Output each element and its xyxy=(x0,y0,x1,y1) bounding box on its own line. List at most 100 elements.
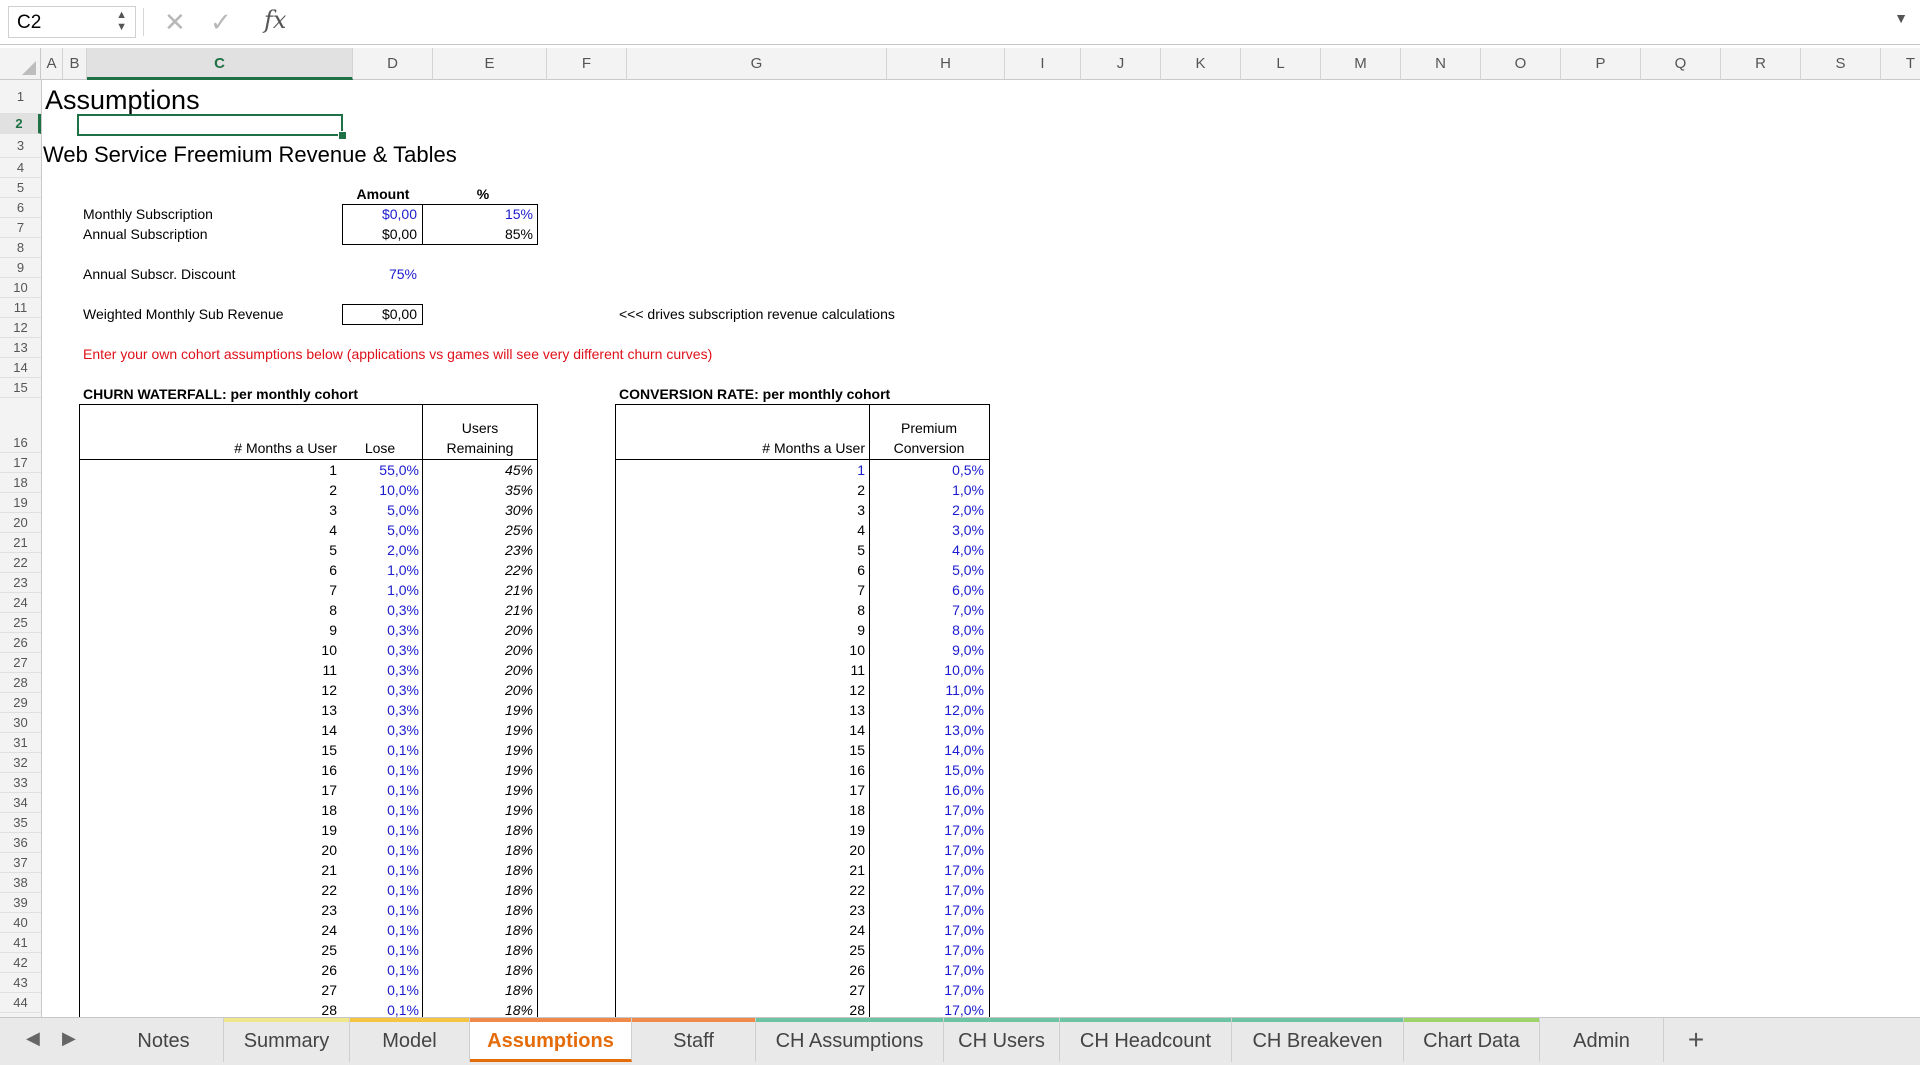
churn-remaining-cell[interactable]: 35% xyxy=(423,480,533,500)
conversion-rate-cell[interactable]: 4,0% xyxy=(870,540,984,560)
churn-remaining-cell[interactable]: 19% xyxy=(423,700,533,720)
conversion-month-cell[interactable]: 17 xyxy=(771,780,865,800)
row-header-22[interactable]: 22 xyxy=(0,553,41,573)
confirm-icon[interactable]: ✓ xyxy=(210,4,232,40)
conversion-month-cell[interactable]: 5 xyxy=(771,540,865,560)
churn-remaining-cell[interactable]: 18% xyxy=(423,840,533,860)
tab-next-icon[interactable]: ▶ xyxy=(62,1028,76,1049)
row-header-4[interactable]: 4 xyxy=(0,158,41,178)
tab-assumptions[interactable]: Assumptions xyxy=(470,1018,632,1062)
column-header-i[interactable]: I xyxy=(1005,48,1081,80)
row-header-35[interactable]: 35 xyxy=(0,813,41,833)
column-header-l[interactable]: L xyxy=(1241,48,1321,80)
monthly-pct-cell[interactable]: 15% xyxy=(423,204,533,224)
row-header-17[interactable]: 17 xyxy=(0,453,41,473)
churn-month-cell[interactable]: 6 xyxy=(241,560,337,580)
churn-lose-cell[interactable]: 0,3% xyxy=(341,600,419,620)
conversion-rate-cell[interactable]: 17,0% xyxy=(870,820,984,840)
churn-lose-cell[interactable]: 10,0% xyxy=(341,480,419,500)
row-header-40[interactable]: 40 xyxy=(0,913,41,933)
churn-remaining-cell[interactable]: 22% xyxy=(423,560,533,580)
churn-month-cell[interactable]: 5 xyxy=(241,540,337,560)
row-header-2[interactable]: 2 xyxy=(0,114,41,134)
conversion-rate-cell[interactable]: 17,0% xyxy=(870,840,984,860)
churn-month-cell[interactable]: 27 xyxy=(241,980,337,1000)
annual-discount-cell[interactable]: 75% xyxy=(343,264,417,284)
weighted-revenue-cell[interactable]: $0,00 xyxy=(343,304,417,324)
conversion-rate-cell[interactable]: 0,5% xyxy=(870,460,984,480)
conversion-rate-cell[interactable]: 17,0% xyxy=(870,1000,984,1017)
row-header-44[interactable]: 44 xyxy=(0,993,41,1013)
conversion-month-cell[interactable]: 23 xyxy=(771,900,865,920)
conversion-month-cell[interactable]: 16 xyxy=(771,760,865,780)
conversion-month-cell[interactable]: 28 xyxy=(771,1000,865,1017)
conversion-rate-cell[interactable]: 14,0% xyxy=(870,740,984,760)
row-header-23[interactable]: 23 xyxy=(0,573,41,593)
churn-remaining-cell[interactable]: 20% xyxy=(423,620,533,640)
churn-lose-cell[interactable]: 0,3% xyxy=(341,620,419,640)
row-header-16[interactable]: 16 xyxy=(0,398,41,453)
conversion-month-cell[interactable]: 1 xyxy=(771,460,865,480)
churn-lose-cell[interactable]: 0,1% xyxy=(341,760,419,780)
churn-month-cell[interactable]: 11 xyxy=(241,660,337,680)
row-header-26[interactable]: 26 xyxy=(0,633,41,653)
churn-remaining-cell[interactable]: 19% xyxy=(423,740,533,760)
conversion-month-cell[interactable]: 14 xyxy=(771,720,865,740)
churn-remaining-cell[interactable]: 30% xyxy=(423,500,533,520)
row-header-8[interactable]: 8 xyxy=(0,238,41,258)
row-header-43[interactable]: 43 xyxy=(0,973,41,993)
column-header-c[interactable]: C xyxy=(87,48,353,80)
churn-lose-cell[interactable]: 0,3% xyxy=(341,700,419,720)
churn-remaining-cell[interactable]: 19% xyxy=(423,720,533,740)
fx-icon[interactable]: fx xyxy=(264,6,286,34)
churn-lose-cell[interactable]: 0,3% xyxy=(341,720,419,740)
column-header-g[interactable]: G xyxy=(627,48,887,80)
churn-lose-cell[interactable]: 0,1% xyxy=(341,780,419,800)
churn-month-cell[interactable]: 7 xyxy=(241,580,337,600)
conversion-month-cell[interactable]: 4 xyxy=(771,520,865,540)
churn-lose-cell[interactable]: 0,1% xyxy=(341,980,419,1000)
churn-month-cell[interactable]: 18 xyxy=(241,800,337,820)
conversion-rate-cell[interactable]: 15,0% xyxy=(870,760,984,780)
conversion-month-cell[interactable]: 10 xyxy=(771,640,865,660)
column-header-p[interactable]: P xyxy=(1561,48,1641,80)
row-header-3[interactable]: 3 xyxy=(0,134,41,158)
churn-lose-cell[interactable]: 0,1% xyxy=(341,900,419,920)
churn-month-cell[interactable]: 19 xyxy=(241,820,337,840)
add-sheet-icon[interactable]: + xyxy=(1676,1018,1716,1062)
row-header-24[interactable]: 24 xyxy=(0,593,41,613)
churn-lose-cell[interactable]: 0,1% xyxy=(341,820,419,840)
conversion-month-cell[interactable]: 19 xyxy=(771,820,865,840)
row-header-41[interactable]: 41 xyxy=(0,933,41,953)
churn-month-cell[interactable]: 21 xyxy=(241,860,337,880)
churn-remaining-cell[interactable]: 21% xyxy=(423,580,533,600)
tab-summary[interactable]: Summary xyxy=(224,1018,350,1062)
column-header-s[interactable]: S xyxy=(1801,48,1881,80)
tab-notes[interactable]: Notes xyxy=(104,1018,224,1062)
row-header-21[interactable]: 21 xyxy=(0,533,41,553)
column-header-t[interactable]: T xyxy=(1881,48,1920,80)
churn-lose-cell[interactable]: 0,1% xyxy=(341,960,419,980)
churn-month-cell[interactable]: 8 xyxy=(241,600,337,620)
column-header-d[interactable]: D xyxy=(353,48,433,80)
row-header-11[interactable]: 11 xyxy=(0,298,41,318)
conversion-month-cell[interactable]: 15 xyxy=(771,740,865,760)
churn-lose-cell[interactable]: 5,0% xyxy=(341,500,419,520)
row-header-25[interactable]: 25 xyxy=(0,613,41,633)
conversion-rate-cell[interactable]: 1,0% xyxy=(870,480,984,500)
column-header-a[interactable]: A xyxy=(41,48,63,80)
conversion-rate-cell[interactable]: 3,0% xyxy=(870,520,984,540)
conversion-month-cell[interactable]: 13 xyxy=(771,700,865,720)
churn-lose-cell[interactable]: 1,0% xyxy=(341,580,419,600)
column-header-m[interactable]: M xyxy=(1321,48,1401,80)
row-header-39[interactable]: 39 xyxy=(0,893,41,913)
churn-remaining-cell[interactable]: 19% xyxy=(423,800,533,820)
conversion-rate-cell[interactable]: 13,0% xyxy=(870,720,984,740)
conversion-month-cell[interactable]: 22 xyxy=(771,880,865,900)
churn-lose-cell[interactable]: 0,1% xyxy=(341,920,419,940)
churn-remaining-cell[interactable]: 23% xyxy=(423,540,533,560)
churn-month-cell[interactable]: 4 xyxy=(241,520,337,540)
conversion-rate-cell[interactable]: 17,0% xyxy=(870,940,984,960)
churn-remaining-cell[interactable]: 18% xyxy=(423,860,533,880)
churn-month-cell[interactable]: 17 xyxy=(241,780,337,800)
